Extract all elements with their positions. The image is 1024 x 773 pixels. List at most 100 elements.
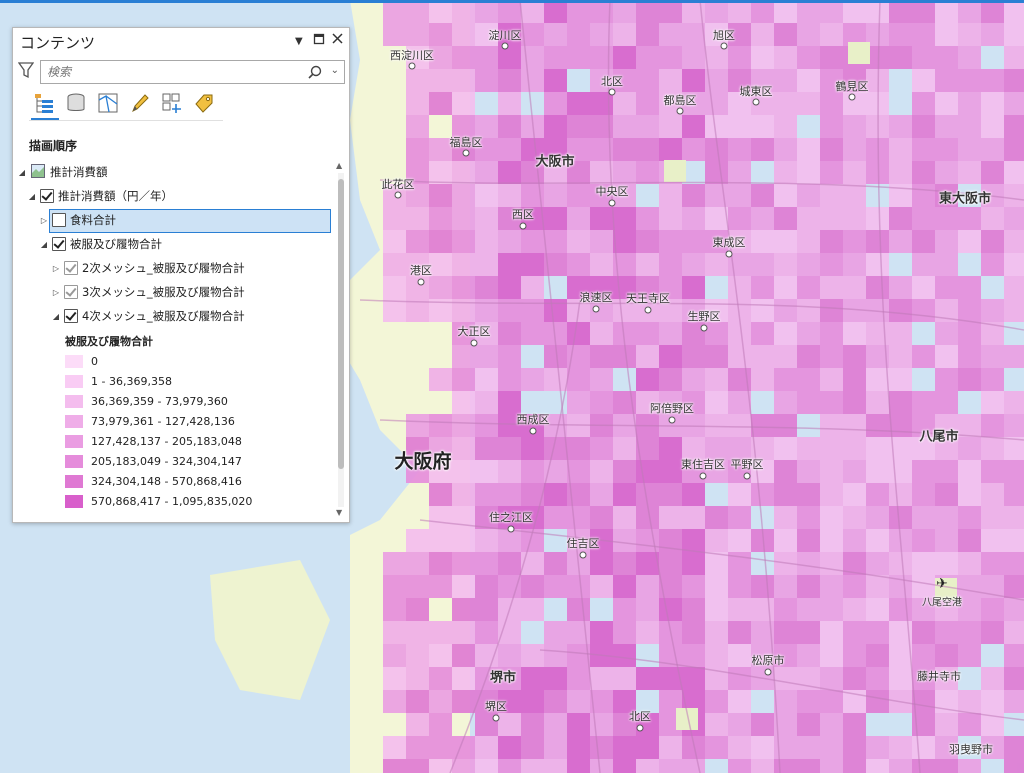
legend-title: 被服及び履物合計 xyxy=(65,335,153,348)
place-marker xyxy=(725,250,733,258)
place-marker xyxy=(608,199,616,207)
collapse-arrow-icon[interactable]: ◢ xyxy=(17,168,27,177)
contents-toolbar xyxy=(29,88,223,121)
place-marker xyxy=(668,416,676,424)
place-marker xyxy=(579,551,587,559)
search-options-chevron-icon[interactable]: ⌄ xyxy=(331,65,339,76)
scroll-up-icon[interactable]: ▲ xyxy=(336,161,342,170)
search-icon[interactable] xyxy=(308,64,322,83)
legend-swatch xyxy=(65,354,83,368)
list-by-labeling-icon[interactable] xyxy=(191,90,217,116)
map-label: 堺区 xyxy=(485,700,507,713)
map-label: 城東区 xyxy=(739,85,773,98)
map-label: 中央区 xyxy=(595,185,629,198)
scroll-thumb[interactable] xyxy=(338,179,344,469)
place-marker xyxy=(764,668,772,676)
legend-class-label: 570,868,417 - 1,095,835,020 xyxy=(91,494,253,508)
place-marker xyxy=(519,222,527,230)
map-label: 阿倍野区 xyxy=(650,402,694,415)
list-by-snapping-icon[interactable] xyxy=(159,90,185,116)
scroll-down-icon[interactable]: ▼ xyxy=(336,508,342,517)
place-marker xyxy=(529,427,537,435)
legend-class-row: 324,304,148 - 570,868,416 xyxy=(65,471,242,491)
legend-class-row: 0 xyxy=(65,351,98,371)
pane-maximize-icon[interactable] xyxy=(313,33,325,49)
tree-row-group[interactable]: ◢ 推計消費額（円／年） xyxy=(27,185,173,207)
place-marker xyxy=(644,306,652,314)
active-tab-indicator xyxy=(31,118,59,120)
tree-row-clothing[interactable]: ◢ 被服及び履物合計 xyxy=(39,233,162,255)
place-marker xyxy=(608,88,616,96)
place-marker xyxy=(492,714,500,722)
tree-label-clothing: 被服及び履物合計 xyxy=(70,237,162,251)
map-label: 大正区 xyxy=(457,325,491,338)
legend-swatch xyxy=(65,374,83,388)
map-label: 西成区 xyxy=(516,413,550,426)
list-by-drawing-order-icon[interactable] xyxy=(31,90,57,116)
search-input[interactable] xyxy=(45,63,299,81)
map-label: 此花区 xyxy=(381,178,415,191)
place-marker xyxy=(752,98,760,106)
expand-arrow-icon[interactable]: ▷ xyxy=(51,288,61,297)
visibility-checkbox[interactable] xyxy=(64,309,78,323)
expand-arrow-icon[interactable]: ▷ xyxy=(51,264,61,273)
expand-arrow-icon[interactable]: ▷ xyxy=(39,216,49,225)
place-marker xyxy=(699,472,707,480)
place-marker xyxy=(462,149,470,157)
legend-class-label: 1 - 36,369,358 xyxy=(91,374,172,388)
visibility-checkbox[interactable] xyxy=(64,285,78,299)
tree-row-mesh4[interactable]: ◢ 4次メッシュ_被服及び履物合計 xyxy=(51,305,245,327)
map-icon xyxy=(31,163,45,181)
legend-class-row: 36,369,359 - 73,979,360 xyxy=(65,391,228,411)
search-box[interactable]: ⌄ xyxy=(40,60,345,84)
place-marker xyxy=(592,305,600,313)
place-marker xyxy=(501,42,509,50)
toolbar-divider xyxy=(29,120,223,121)
tree-row-mesh2[interactable]: ▷ 2次メッシュ_被服及び履物合計 xyxy=(51,257,245,279)
map-label: 都島区 xyxy=(663,94,697,107)
visibility-checkbox[interactable] xyxy=(52,213,66,227)
choropleth-mesh xyxy=(383,0,1024,773)
map-label: 天王寺区 xyxy=(626,292,670,305)
contents-pane: コンテンツ ▼ ⌄ xyxy=(12,27,350,523)
map-label: 淀川区 xyxy=(488,29,522,42)
map-label: 八尾市 xyxy=(919,429,959,445)
collapse-arrow-icon[interactable]: ◢ xyxy=(51,312,61,321)
collapse-arrow-icon[interactable]: ◢ xyxy=(39,240,49,249)
place-marker xyxy=(720,42,728,50)
visibility-checkbox[interactable] xyxy=(52,237,66,251)
legend-class-row: 570,868,417 - 1,095,835,020 xyxy=(65,491,252,511)
filter-icon[interactable] xyxy=(17,61,35,83)
list-by-editing-icon[interactable] xyxy=(127,90,153,116)
place-marker xyxy=(848,93,856,101)
map-label: 羽曳野市 xyxy=(949,743,993,756)
place-marker xyxy=(700,324,708,332)
map-label: 大阪府 xyxy=(394,450,452,473)
map-label: 住之江区 xyxy=(489,511,533,524)
list-by-selection-icon[interactable] xyxy=(95,90,121,116)
place-marker xyxy=(417,278,425,286)
pane-options-chevron-icon[interactable]: ▼ xyxy=(295,36,303,47)
map-label: 平野区 xyxy=(730,458,764,471)
place-marker xyxy=(507,525,515,533)
legend-swatch xyxy=(65,434,83,448)
visibility-checkbox[interactable] xyxy=(40,189,54,203)
visibility-checkbox[interactable] xyxy=(64,261,78,275)
scrollbar[interactable]: ▲ ▼ xyxy=(335,161,347,521)
tree-row-food[interactable]: ▷ 食料合計 xyxy=(39,209,116,231)
collapse-arrow-icon[interactable]: ◢ xyxy=(27,192,37,201)
legend-swatch xyxy=(65,494,83,508)
map-label: 北区 xyxy=(629,710,651,723)
place-marker xyxy=(636,724,644,732)
tree-label-group: 推計消費額（円／年） xyxy=(58,189,173,203)
tree-row-mesh3[interactable]: ▷ 3次メッシュ_被服及び履物合計 xyxy=(51,281,245,303)
map-label: 西区 xyxy=(512,208,534,221)
tree-label-food: 食料合計 xyxy=(70,213,116,227)
map-label: 西淀川区 xyxy=(390,49,434,62)
map-label: 福島区 xyxy=(449,136,483,149)
map-label: 生野区 xyxy=(687,310,721,323)
tree-row-map[interactable]: ◢ 推計消費額 xyxy=(17,161,108,183)
pane-close-icon[interactable] xyxy=(331,32,344,49)
map-label: 旭区 xyxy=(713,29,735,42)
list-by-source-icon[interactable] xyxy=(63,90,89,116)
